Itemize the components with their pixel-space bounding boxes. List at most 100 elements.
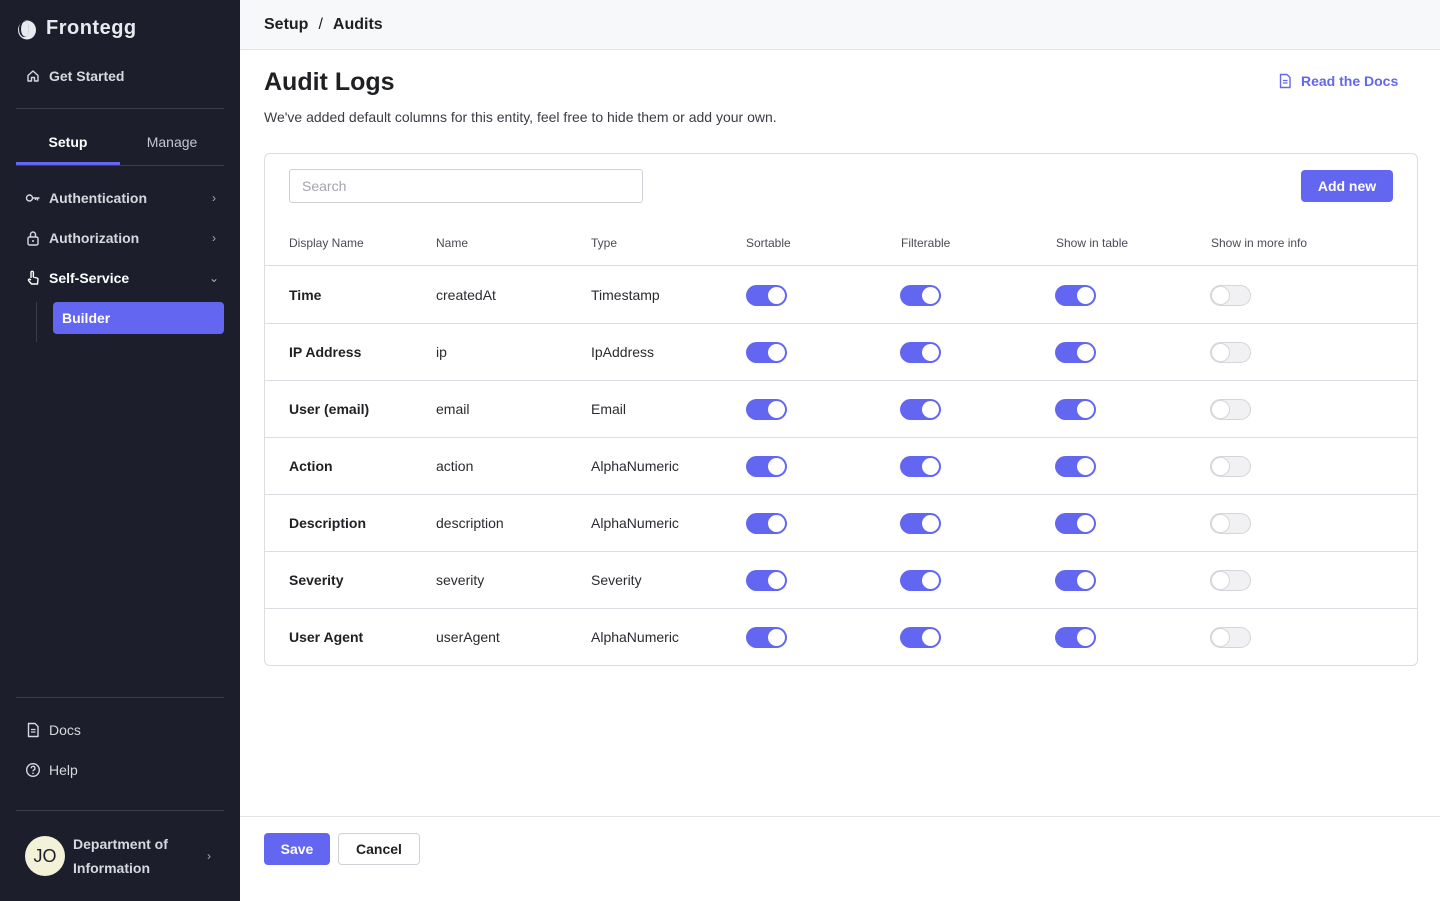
sidebar-item-docs[interactable]: Docs bbox=[16, 714, 224, 746]
toggle-knob bbox=[1212, 572, 1229, 589]
filterable-toggle[interactable] bbox=[900, 513, 941, 534]
show-in-table-toggle[interactable] bbox=[1055, 513, 1096, 534]
filterable-toggle[interactable] bbox=[900, 399, 941, 420]
sidebar-item-label: Self-Service bbox=[49, 270, 130, 286]
show-in-table-toggle[interactable] bbox=[1055, 456, 1096, 477]
toggle-knob bbox=[1212, 344, 1229, 361]
toggle-knob bbox=[922, 629, 939, 646]
show-in-more-info-toggle[interactable] bbox=[1210, 456, 1251, 477]
toggle-knob bbox=[1077, 287, 1094, 304]
toggle-knob bbox=[1077, 458, 1094, 475]
account-switcher[interactable]: JO Department of Information › bbox=[16, 824, 224, 888]
divider bbox=[16, 697, 224, 698]
toggle-knob bbox=[1077, 572, 1094, 589]
cell-display-name: IP Address bbox=[289, 344, 362, 360]
sidebar-item-authentication[interactable]: Authentication › bbox=[16, 182, 224, 214]
toggle-knob bbox=[1077, 629, 1094, 646]
breadcrumb-audits: Audits bbox=[332, 15, 383, 33]
toggle-knob bbox=[768, 401, 785, 418]
toggle-knob bbox=[1212, 629, 1229, 646]
toggle-knob bbox=[768, 458, 785, 475]
cancel-button[interactable]: Cancel bbox=[338, 833, 420, 865]
toggle-knob bbox=[1212, 458, 1229, 475]
sortable-toggle[interactable] bbox=[746, 513, 787, 534]
breadcrumb-separator: / bbox=[318, 15, 323, 33]
add-new-button[interactable]: Add new bbox=[1301, 170, 1393, 202]
show-in-table-toggle[interactable] bbox=[1055, 399, 1096, 420]
column-header: Show in table bbox=[1056, 236, 1129, 250]
cell-type: Timestamp bbox=[591, 287, 660, 303]
sidebar-item-get-started[interactable]: Get Started bbox=[16, 60, 224, 92]
sidebar-item-authorization[interactable]: Authorization › bbox=[16, 222, 224, 254]
sidebar-item-label: Get Started bbox=[49, 68, 125, 84]
read-docs-link[interactable]: Read the Docs bbox=[1278, 73, 1398, 89]
show-in-more-info-toggle[interactable] bbox=[1210, 285, 1251, 306]
toggle-knob bbox=[922, 287, 939, 304]
sortable-toggle[interactable] bbox=[746, 399, 787, 420]
page-subtitle: We've added default columns for this ent… bbox=[264, 109, 777, 125]
filterable-toggle[interactable] bbox=[900, 456, 941, 477]
sortable-toggle[interactable] bbox=[746, 456, 787, 477]
brand-logo[interactable]: Frontegg bbox=[16, 17, 137, 40]
show-in-more-info-toggle[interactable] bbox=[1210, 399, 1251, 420]
columns-table-card: Add new Display Name Name Type Sortable … bbox=[264, 153, 1418, 666]
toggle-knob bbox=[768, 515, 785, 532]
show-in-table-toggle[interactable] bbox=[1055, 570, 1096, 591]
show-in-table-toggle[interactable] bbox=[1055, 285, 1096, 306]
table-header: Display Name Name Type Sortable Filterab… bbox=[265, 226, 1417, 266]
show-in-more-info-toggle[interactable] bbox=[1210, 342, 1251, 363]
toggle-knob bbox=[922, 401, 939, 418]
chevron-right-icon: › bbox=[212, 191, 216, 205]
show-in-table-toggle[interactable] bbox=[1055, 627, 1096, 648]
cell-name: userAgent bbox=[436, 629, 500, 645]
chevron-right-icon: › bbox=[207, 849, 211, 863]
table-row: Severity severity Severity bbox=[265, 552, 1417, 609]
toggle-knob bbox=[922, 572, 939, 589]
toggle-knob bbox=[922, 458, 939, 475]
toggle-knob bbox=[922, 344, 939, 361]
save-button[interactable]: Save bbox=[264, 833, 330, 865]
table-row: IP Address ip IpAddress bbox=[265, 324, 1417, 381]
sidebar-item-label: Authorization bbox=[49, 230, 140, 246]
sidebar-item-self-service[interactable]: Self-Service ⌄ bbox=[16, 262, 224, 294]
column-header: Display Name bbox=[289, 236, 364, 250]
toggle-knob bbox=[768, 629, 785, 646]
toggle-knob bbox=[1077, 515, 1094, 532]
filterable-toggle[interactable] bbox=[900, 285, 941, 306]
document-icon bbox=[1278, 73, 1292, 89]
sortable-toggle[interactable] bbox=[746, 627, 787, 648]
show-in-more-info-toggle[interactable] bbox=[1210, 570, 1251, 591]
search-input[interactable] bbox=[289, 169, 643, 203]
filterable-toggle[interactable] bbox=[900, 342, 941, 363]
toggle-knob bbox=[768, 287, 785, 304]
cell-type: AlphaNumeric bbox=[591, 458, 679, 474]
toggle-knob bbox=[768, 344, 785, 361]
sortable-toggle[interactable] bbox=[746, 342, 787, 363]
tab-setup[interactable]: Setup bbox=[16, 122, 120, 165]
table-row: User (email) email Email bbox=[265, 381, 1417, 438]
show-in-more-info-toggle[interactable] bbox=[1210, 627, 1251, 648]
chevron-right-icon: › bbox=[212, 231, 216, 245]
show-in-more-info-toggle[interactable] bbox=[1210, 513, 1251, 534]
filterable-toggle[interactable] bbox=[900, 570, 941, 591]
sidebar-item-builder[interactable]: Builder bbox=[53, 302, 224, 334]
table-row: Time createdAt Timestamp bbox=[265, 267, 1417, 324]
divider bbox=[16, 108, 224, 109]
tab-manage[interactable]: Manage bbox=[120, 122, 224, 165]
sortable-toggle[interactable] bbox=[746, 570, 787, 591]
toggle-knob bbox=[1212, 401, 1229, 418]
sidebar-item-help[interactable]: Help bbox=[16, 754, 224, 786]
sortable-toggle[interactable] bbox=[746, 285, 787, 306]
cell-name: email bbox=[436, 401, 470, 417]
show-in-table-toggle[interactable] bbox=[1055, 342, 1096, 363]
breadcrumb: Setup / Audits bbox=[240, 0, 1440, 50]
filterable-toggle[interactable] bbox=[900, 627, 941, 648]
key-icon bbox=[25, 190, 41, 206]
lock-icon bbox=[25, 230, 41, 246]
cell-name: severity bbox=[436, 572, 485, 588]
breadcrumb-setup[interactable]: Setup bbox=[264, 16, 308, 34]
column-header: Filterable bbox=[901, 236, 951, 250]
cell-display-name: User (email) bbox=[289, 401, 370, 417]
toggle-knob bbox=[922, 515, 939, 532]
table-row: Description description AlphaNumeric bbox=[265, 495, 1417, 552]
